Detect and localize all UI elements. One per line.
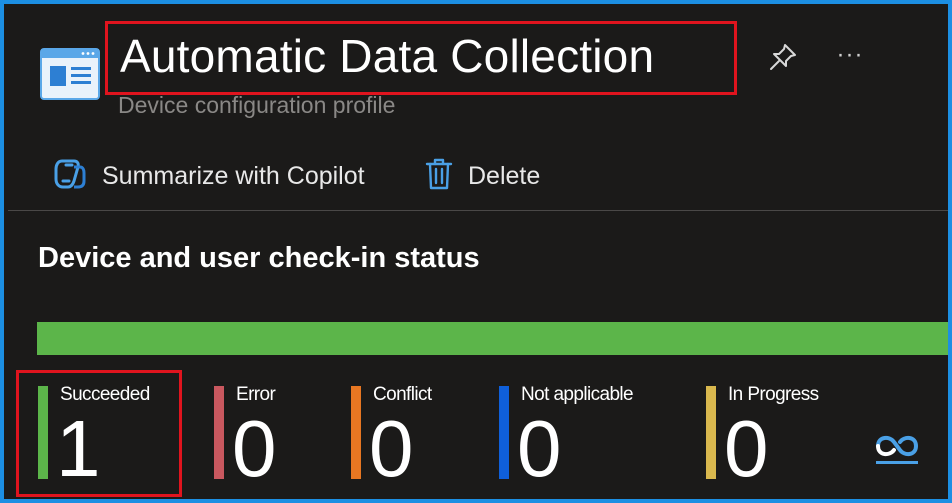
trash-icon <box>424 157 454 196</box>
page-frame: Automatic Data Collection ··· Device con… <box>4 4 948 499</box>
check-in-status-bar <box>37 322 948 355</box>
watermark-logo-icon <box>868 428 926 468</box>
stat-accent-bar <box>499 386 509 479</box>
toolbar-divider <box>8 210 948 211</box>
more-options-icon[interactable]: ··· <box>830 40 870 70</box>
stat-value: 0 <box>517 404 562 493</box>
stat-accent-bar <box>706 386 716 479</box>
stat-label: Error <box>236 384 276 405</box>
summarize-with-copilot-label: Summarize with Copilot <box>102 161 365 190</box>
profile-page-icon <box>40 48 100 100</box>
stat-accent-bar <box>214 386 224 479</box>
stat-value: 0 <box>724 404 769 493</box>
page-subtitle: Device configuration profile <box>118 92 396 118</box>
stat-accent-bar <box>351 386 361 479</box>
copilot-icon <box>52 157 88 196</box>
succeeded-highlight-box <box>16 370 182 497</box>
pin-icon[interactable] <box>766 40 800 74</box>
stat-value: 0 <box>232 404 277 493</box>
stat-value: 0 <box>369 404 414 493</box>
stat-label: Conflict <box>373 384 432 405</box>
stat-label: In Progress <box>728 384 819 405</box>
delete-label: Delete <box>468 161 541 190</box>
page-title: Automatic Data Collection <box>120 30 655 82</box>
summarize-with-copilot-button[interactable]: Summarize with Copilot <box>52 156 365 196</box>
stat-label: Not applicable <box>521 384 634 405</box>
section-title: Device and user check-in status <box>38 242 480 274</box>
delete-button[interactable]: Delete <box>424 156 540 196</box>
